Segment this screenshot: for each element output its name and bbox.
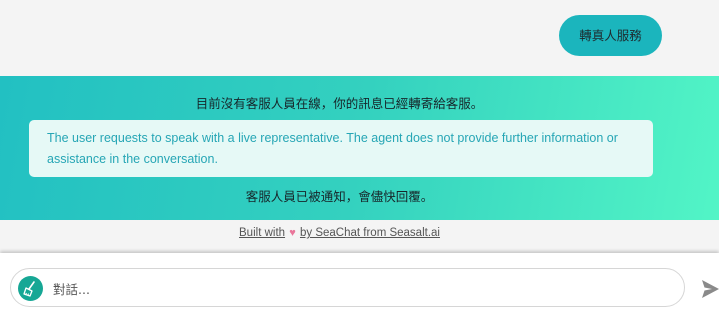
- built-with-text[interactable]: Built with: [239, 227, 285, 239]
- composer-bar: [0, 253, 719, 316]
- message-input[interactable]: [51, 278, 655, 300]
- built-with-credit[interactable]: Built with ♥ by SeaChat from Seasalt.ai: [0, 227, 679, 239]
- handoff-banner: 目前沒有客服人員在線，你的訊息已經轉寄給客服。 The user request…: [0, 76, 719, 220]
- chat-page: 轉真人服務 目前沒有客服人員在線，你的訊息已經轉寄給客服。 The user r…: [0, 0, 719, 316]
- broom-avatar-icon: [18, 276, 43, 301]
- offline-status-text: 目前沒有客服人員在線，你的訊息已經轉寄給客服。: [195, 96, 484, 111]
- message-input-container[interactable]: [10, 268, 685, 307]
- message-area: 轉真人服務: [0, 0, 719, 76]
- live-agent-button[interactable]: 轉真人服務: [559, 15, 662, 56]
- send-icon[interactable]: [702, 280, 719, 298]
- seachat-link[interactable]: by SeaChat from Seasalt.ai: [300, 227, 440, 239]
- heart-icon: ♥: [289, 227, 296, 239]
- conversation-summary: The user requests to speak with a live r…: [29, 120, 653, 177]
- notify-status-text: 客服人員已被通知，會儘快回覆。: [245, 189, 434, 204]
